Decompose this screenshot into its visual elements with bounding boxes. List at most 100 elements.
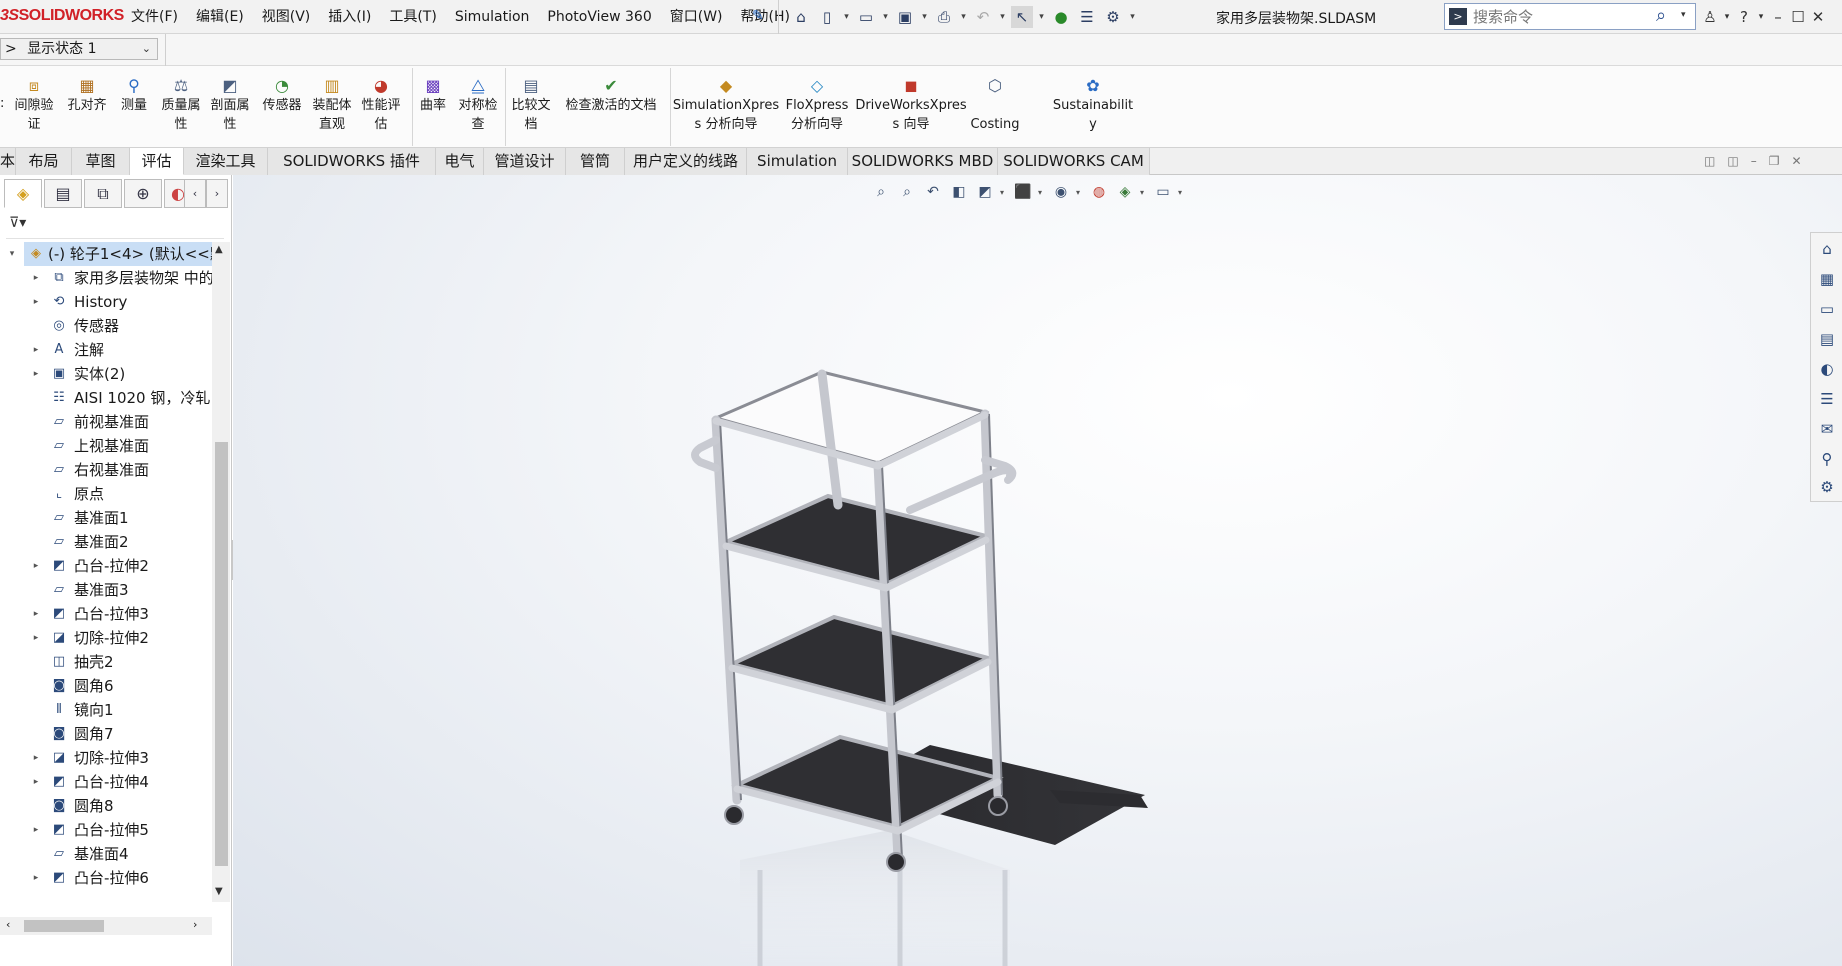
tree-item[interactable]: ▱ 右视基准面 xyxy=(0,458,212,482)
collapse-arrow-icon[interactable]: ▾ xyxy=(6,242,18,266)
filter-icon[interactable]: ⊽▾ xyxy=(9,215,26,231)
ribbon-button[interactable]: ⚲ 测量 xyxy=(117,76,151,115)
save-icon[interactable]: ▣ xyxy=(894,6,916,28)
tree-item[interactable]: ▸ ◩ 凸台-拉伸2 xyxy=(0,554,212,578)
chevron-down-icon[interactable]: ▾ xyxy=(1140,188,1148,197)
solidworks-plm-icon[interactable]: ⚙ xyxy=(1816,475,1838,499)
file-explorer-icon[interactable]: ▭ xyxy=(1816,297,1838,321)
tree-item[interactable]: ⌞ 原点 xyxy=(0,482,212,506)
print-icon[interactable]: ⎙ xyxy=(933,6,955,28)
menu-item[interactable]: 视图(V) xyxy=(253,0,320,34)
ribbon-button[interactable]: ⧈ 间隙验证 xyxy=(10,76,58,134)
tree-item[interactable]: ◙ 圆角7 xyxy=(0,722,212,746)
ribbon-button[interactable]: ◇ FloXpress 分析向导 xyxy=(785,76,849,134)
file-properties-icon[interactable]: ☰ xyxy=(1076,6,1098,28)
doc-minimize-icon[interactable]: – xyxy=(1751,154,1757,168)
forum-icon[interactable]: ✉ xyxy=(1816,417,1838,441)
shelf-cart-model[interactable] xyxy=(233,175,1842,966)
chevron-down-icon[interactable]: ▾ xyxy=(1128,12,1137,22)
tab-2[interactable]: 草图 xyxy=(72,148,130,175)
hide-show-items-icon[interactable]: ◉ xyxy=(1050,182,1072,202)
expand-arrow-icon[interactable]: ▸ xyxy=(30,290,42,314)
view-palette-icon[interactable]: ▤ xyxy=(1816,327,1838,351)
ribbon-button[interactable]: ⚖ 质量属性 xyxy=(157,76,205,134)
menu-item[interactable]: 文件(F) xyxy=(122,0,187,34)
tree-item[interactable]: ◎ 传感器 xyxy=(0,314,212,338)
tile-right-icon[interactable]: ◫ xyxy=(1727,154,1738,168)
tree-root-component[interactable]: ▾ ◈ (-) 轮子1<4> (默认<<默 xyxy=(10,242,212,266)
ribbon-button[interactable]: ◕ 性能评估 xyxy=(358,76,404,134)
search-model-icon[interactable]: ⚲ xyxy=(1816,447,1838,471)
chevron-down-icon[interactable]: ▾ xyxy=(1000,188,1008,197)
tab-6[interactable]: 电气 xyxy=(436,148,484,175)
search-icon[interactable]: ⌕ xyxy=(1656,5,1666,26)
expand-arrow-icon[interactable]: ▸ xyxy=(30,746,42,770)
tree-item[interactable]: ▸ ◩ 凸台-拉伸6 xyxy=(0,866,212,890)
chevron-down-icon[interactable]: ▾ xyxy=(1037,12,1046,22)
chevron-down-icon[interactable]: ▾ xyxy=(1754,12,1768,22)
expand-arrow-icon[interactable]: ▸ xyxy=(30,770,42,794)
tab-4[interactable]: 渲染工具 xyxy=(184,148,268,175)
ribbon-button[interactable]: ▥ 装配体直观 xyxy=(308,76,356,134)
open-folder-icon[interactable]: ▭ xyxy=(855,6,877,28)
view-settings-icon[interactable]: ▭ xyxy=(1152,182,1174,202)
tab-12[interactable]: SOLIDWORKS CAM xyxy=(998,148,1150,175)
chevron-down-icon[interactable]: ▾ xyxy=(842,12,851,22)
tab-8[interactable]: 管筒 xyxy=(566,148,625,175)
ribbon-button[interactable]: ⧋ 对称检查 xyxy=(455,76,501,134)
menu-item[interactable]: 帮助(H) xyxy=(732,0,799,34)
display-state-select[interactable]: > 显示状态 1 ⌄ xyxy=(0,38,158,60)
apply-scene-icon[interactable]: ◈ xyxy=(1114,182,1136,202)
tree-item[interactable]: ◙ 圆角6 xyxy=(0,674,212,698)
select-pointer-icon[interactable]: ↖ xyxy=(1011,6,1033,28)
scroll-left-icon[interactable]: ‹ xyxy=(6,918,10,931)
home-icon[interactable]: ⌂ xyxy=(790,6,812,28)
tabs-scroll-left[interactable]: ‹ xyxy=(184,179,206,208)
menu-item[interactable]: PhotoView 360 xyxy=(538,0,660,34)
ribbon-button[interactable]: ✿ Sustainability xyxy=(1050,76,1136,134)
tree-item[interactable]: ▱ 基准面3 xyxy=(0,578,212,602)
ribbon-button[interactable]: ✔ 检查激活的文档 xyxy=(560,76,662,115)
tree-item[interactable]: ▱ 基准面2 xyxy=(0,530,212,554)
tree-horizontal-scrollbar[interactable]: ‹ › xyxy=(0,917,212,935)
custom-properties-icon[interactable]: ☰ xyxy=(1816,387,1838,411)
expand-arrow-icon[interactable]: ▸ xyxy=(30,266,42,290)
expand-arrow-icon[interactable]: ▸ xyxy=(30,626,42,650)
tree-item[interactable]: ◫ 抽壳2 xyxy=(0,650,212,674)
tree-item[interactable]: ▸ ◩ 凸台-拉伸4 xyxy=(0,770,212,794)
tree-item[interactable]: ▸ ◩ 凸台-拉伸5 xyxy=(0,818,212,842)
options-gear-icon[interactable]: ⚙ xyxy=(1102,6,1124,28)
minimize-icon[interactable]: – xyxy=(1768,8,1788,26)
doc-restore-icon[interactable]: ❐ xyxy=(1769,154,1780,168)
rebuild-traffic-light-icon[interactable]: ● xyxy=(1050,6,1072,28)
scroll-down-icon[interactable]: ▼ xyxy=(215,886,223,897)
chevron-down-icon[interactable]: ▾ xyxy=(1720,12,1734,22)
solidworks-resources-icon[interactable]: ⌂ xyxy=(1816,237,1838,261)
tab-5[interactable]: SOLIDWORKS 插件 xyxy=(268,148,436,175)
display-style-icon[interactable]: ⬛ xyxy=(1012,182,1034,202)
feature-manager-tab[interactable]: ◈ xyxy=(4,179,42,208)
expand-arrow-icon[interactable]: ▸ xyxy=(30,818,42,842)
chevron-down-icon[interactable]: ▾ xyxy=(1178,188,1186,197)
user-icon[interactable]: ♙ xyxy=(1700,8,1720,26)
scrollbar-thumb[interactable] xyxy=(215,442,228,866)
close-icon[interactable]: ✕ xyxy=(1808,8,1828,26)
expand-arrow-icon[interactable]: ▸ xyxy=(30,338,42,362)
chevron-down-icon[interactable]: ▾ xyxy=(1038,188,1046,197)
ribbon-button[interactable]: ◼ DriveWorksXpress 向导 xyxy=(855,76,967,134)
tab-7[interactable]: 管道设计 xyxy=(484,148,566,175)
zoom-to-fit-icon[interactable]: ⌕ xyxy=(870,182,892,202)
ribbon-button[interactable]: ▤ 比较文档 xyxy=(508,76,554,134)
tree-vertical-scrollbar[interactable]: ▲ ▼ xyxy=(212,242,230,902)
scroll-right-icon[interactable]: › xyxy=(193,918,197,931)
chevron-down-icon[interactable]: ▾ xyxy=(1076,188,1084,197)
tree-item[interactable]: ▸ A 注解 xyxy=(0,338,212,362)
doc-close-icon[interactable]: ✕ xyxy=(1791,154,1801,168)
configuration-manager-tab[interactable]: ⧉ xyxy=(84,179,122,208)
tabs-scroll-right[interactable]: › xyxy=(206,179,228,208)
command-search-box[interactable]: > ⌕ ▾ xyxy=(1444,3,1696,30)
tree-item[interactable]: ▸ ▣ 实体(2) xyxy=(0,362,212,386)
pin-icon[interactable]: ✎ xyxy=(752,8,764,24)
view-orientation-icon[interactable]: ◩ xyxy=(974,182,996,202)
tree-item[interactable]: ▱ 基准面4 xyxy=(0,842,212,866)
